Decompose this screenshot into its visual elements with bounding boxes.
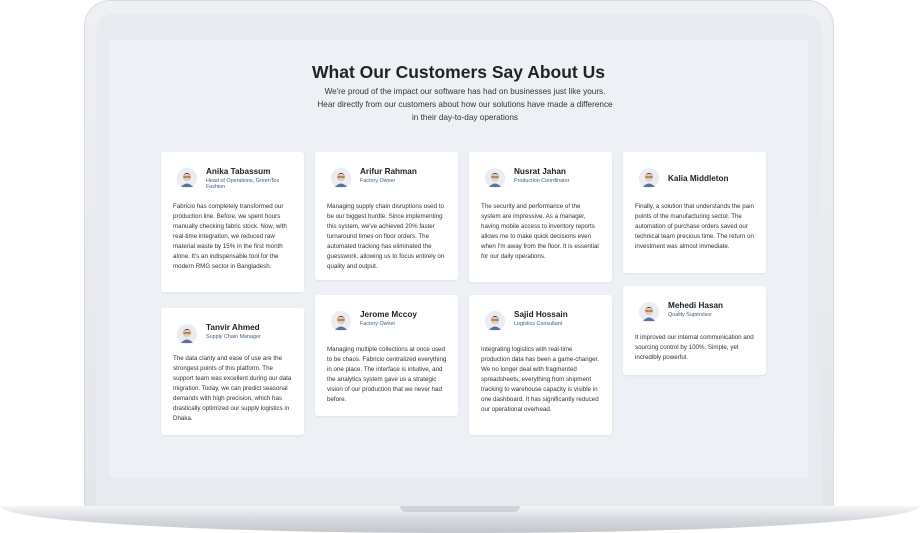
testimonial-card: Tanvir Ahmed Supply Chain Manager The da… [161,308,304,435]
reviewer-role: Supply Chain Manager [206,334,261,340]
reviewer-name: Anika Tabassum [206,167,271,176]
section-subtitle: We're proud of the impact our software h… [317,87,613,122]
avatar [331,168,351,188]
testimonial-card: Arifur Rahman Factory Owner Managing sup… [315,152,458,280]
testimonial-text: Integrating logistics with real-time pro… [481,346,599,413]
reviewer-role: Quality Supervisor [668,312,713,318]
reviewer-name: Arifur Rahman [360,167,417,176]
section-title: What Our Customers Say About Us [312,62,605,82]
reviewer-name: Tanvir Ahmed [206,323,260,332]
reviewer-name: Sajid Hossain [514,310,568,319]
testimonial-card: Sajid Hossain Logistics Consultant Integ… [469,295,612,435]
testimonial-text: Managing supply chain disruptions used t… [327,203,445,270]
reviewer-role: Head of Operations, GreenTex Fashion [206,178,280,191]
reviewer-role: Logistics Consultant [514,321,563,327]
testimonial-text: Finally, a solution that understands the… [635,203,754,250]
avatar [331,311,351,331]
testimonial-card: Nusrat Jahan Production Coordinator The … [469,152,612,282]
avatar [485,311,505,331]
laptop-base-notch [400,506,520,512]
avatar [639,302,659,322]
reviewer-role: Production Coordinator [514,178,570,184]
testimonial-text: The security and performance of the syst… [481,203,599,260]
reviewer-role: Factory Owner [360,178,396,184]
reviewer-name: Nusrat Jahan [514,167,566,176]
avatar [485,168,505,188]
laptop-screen: What Our Customers Say About Us We're pr… [109,40,808,478]
avatar [177,324,197,344]
testimonial-text: Fabricio has completely transformed our … [173,203,287,270]
testimonial-text: The data clarity and ease of use are the… [173,355,292,422]
avatar [639,168,659,188]
testimonial-card: Mehedi Hasan Quality Supervisor It impro… [623,286,766,375]
testimonial-card: Anika Tabassum Head of Operations, Green… [161,152,304,292]
reviewer-name: Kalia Middleton [668,174,729,183]
reviewer-role: Factory Owner [360,321,396,327]
testimonial-card: Jerome Mccoy Factory Owner Managing mult… [315,295,458,416]
reviewer-name: Mehedi Hasan [668,301,724,310]
reviewer-name: Jerome Mccoy [360,310,417,319]
avatar [177,168,197,188]
testimonial-text: Managing multiple collections at once us… [327,346,447,403]
testimonial-text: It improved our internal communication a… [635,334,754,361]
testimonial-card: Kalia Middleton Finally, a solution that… [623,152,766,273]
